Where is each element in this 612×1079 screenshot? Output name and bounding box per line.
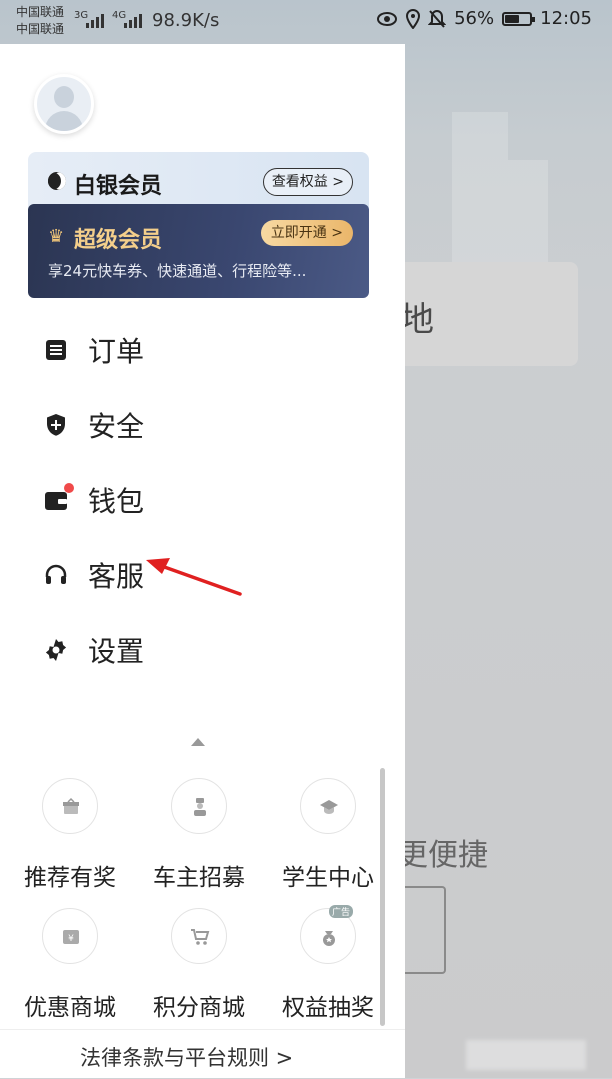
grid-label: 积分商城 [153, 995, 245, 1021]
carrier-1: 中国联通 [16, 5, 65, 19]
super-member-card[interactable]: ♛ 超级会员 立即开通 > 享24元快车券、快速通道、行程险等... [28, 204, 369, 298]
background-building [452, 112, 508, 272]
status-right: 56% 12:05 [376, 8, 592, 29]
avatar-head [54, 86, 74, 108]
menu-label: 订单 [88, 335, 145, 368]
clock: 12:05 [540, 8, 592, 29]
drawer-menu: 订单 安全 钱包 客服 设置 [0, 314, 405, 689]
wallet-notification-badge [64, 483, 74, 493]
shield-icon [47, 414, 65, 436]
annotation-arrow [146, 558, 242, 596]
collapse-arrow-icon[interactable] [191, 738, 205, 746]
menu-label: 钱包 [88, 485, 145, 518]
background-card-text: 地 [400, 300, 434, 340]
wallet-icon [45, 492, 67, 510]
battery-percent: 56% [454, 8, 495, 29]
menu-label: 安全 [88, 410, 145, 443]
signal-icon [86, 12, 104, 28]
background-slogan: 更便捷 [398, 838, 488, 873]
headset-icon [45, 564, 67, 584]
grid-item-student-center[interactable]: 学生中心 [263, 778, 393, 892]
driver-icon [171, 778, 227, 834]
graduation-cap-icon [300, 778, 356, 834]
crown-icon: ♛ [48, 226, 65, 247]
cart-icon [171, 908, 227, 964]
menu-item-safety[interactable]: 安全 [0, 389, 405, 464]
grid-item-discount-mall[interactable]: ¥ 优惠商城 [5, 908, 135, 1022]
coupon-icon: ¥ [42, 908, 98, 964]
carrier-labels: 中国联通 中国联通 [16, 4, 64, 38]
battery-icon [502, 11, 536, 26]
silver-badge-icon [48, 172, 66, 190]
scrollbar[interactable] [380, 768, 385, 1026]
gear-icon [45, 639, 67, 661]
background-blurred-area [466, 1040, 586, 1070]
grid-label: 车主招募 [153, 865, 245, 891]
avatar[interactable] [34, 74, 94, 134]
avatar-body [45, 111, 83, 131]
carrier-2: 中国联通 [16, 22, 65, 36]
open-now-button[interactable]: 立即开通 > [260, 220, 353, 246]
menu-item-wallet[interactable]: 钱包 [0, 464, 405, 539]
grid-label: 优惠商城 [24, 995, 116, 1021]
legal-terms-link[interactable]: 法律条款与平台规则 > [80, 1042, 293, 1072]
order-icon [46, 340, 66, 360]
silver-member-title: 白银会员 [74, 174, 163, 199]
menu-item-orders[interactable]: 订单 [0, 314, 405, 389]
super-member-description: 享24元快车券、快速通道、行程险等... [48, 262, 307, 280]
location-icon [406, 8, 421, 29]
grid-label: 推荐有奖 [24, 865, 116, 891]
menu-label: 客服 [88, 560, 145, 593]
background-building [508, 160, 548, 270]
ad-tag: 广告 [328, 905, 353, 918]
eye-icon [377, 11, 398, 26]
silver-member-card[interactable]: 白银会员 查看权益 > [28, 152, 369, 212]
network-speed: 98.9K/s [152, 10, 220, 31]
navigation-drawer: 白银会员 查看权益 > ♛ 超级会员 立即开通 > 享24元快车券、快速通道、行… [0, 44, 405, 1078]
bell-off-icon [428, 9, 447, 28]
grid-item-points-mall[interactable]: 积分商城 [134, 908, 264, 1022]
footer-link[interactable]: 法律条款与平台规则 > [0, 1029, 405, 1079]
svg-text:¥: ¥ [68, 934, 74, 944]
grid-label: 学生中心 [282, 865, 374, 891]
grid-item-lottery[interactable]: 广告 权益抽奖 [263, 905, 393, 1022]
lottery-icon: 广告 [300, 905, 356, 964]
status-bar: 中国联通 中国联通 3G 4G 98.9K/s 56% 12:05 [0, 0, 612, 44]
view-benefits-button[interactable]: 查看权益 > [262, 168, 353, 196]
grid-item-driver-recruit[interactable]: 车主招募 [134, 778, 264, 892]
gift-icon [42, 778, 98, 834]
super-member-title: 超级会员 [74, 228, 163, 253]
signal-icon [124, 12, 142, 28]
menu-label: 设置 [88, 635, 145, 668]
menu-item-settings[interactable]: 设置 [0, 614, 405, 689]
grid-label: 权益抽奖 [282, 995, 374, 1021]
grid-item-referral[interactable]: 推荐有奖 [5, 778, 135, 892]
